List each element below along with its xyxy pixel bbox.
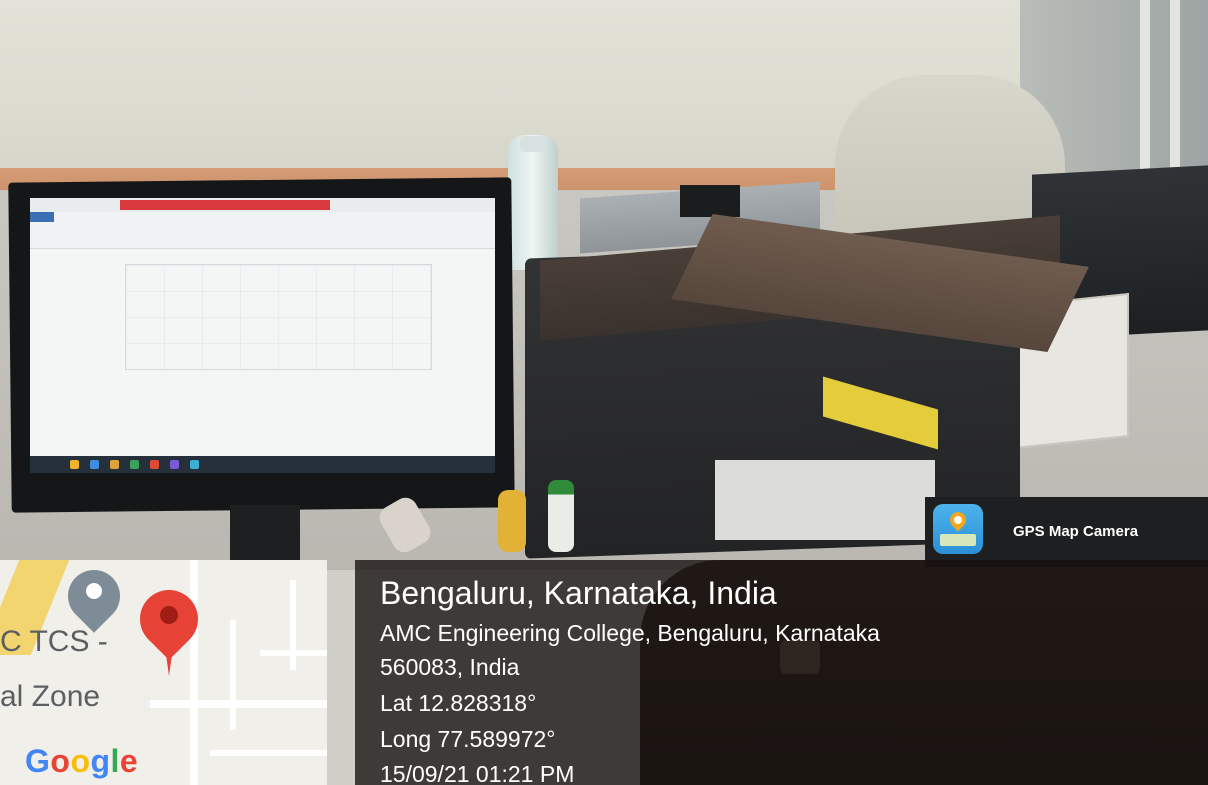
- taskbar-app-icon: [110, 460, 119, 469]
- google-logo-letter: o: [70, 743, 91, 779]
- google-logo: Google: [25, 743, 138, 780]
- taskbar-app-icon: [130, 460, 139, 469]
- map-road: [210, 750, 327, 756]
- grey-pin-dot: [86, 583, 102, 599]
- map-road: [150, 700, 327, 708]
- taskbar-app-icon: [90, 460, 99, 469]
- screen-taskbar: [30, 456, 495, 473]
- photo-stage: GPS Map Camera Bengaluru, Karnataka, Ind…: [0, 0, 1208, 785]
- latitude: Lat 12.828318°: [380, 690, 537, 716]
- google-logo-letter: g: [90, 743, 111, 779]
- glue-bottle: [498, 490, 526, 552]
- timestamp: 15/09/21 01:21 PM: [380, 761, 575, 785]
- small-device: [680, 185, 740, 217]
- screen-ribbon: [30, 212, 495, 249]
- badge-pin-dot: [954, 516, 962, 524]
- bottle-cap: [520, 136, 544, 152]
- water-bottle: [508, 135, 558, 270]
- google-logo-letter: G: [25, 743, 51, 779]
- screen-file-tab: [30, 212, 54, 222]
- printer-base: [715, 460, 935, 540]
- screen-table: [125, 264, 432, 370]
- taskbar-app-icon: [190, 460, 199, 469]
- location-title: Bengaluru, Karnataka, India: [380, 575, 777, 611]
- rack-bar: [1140, 0, 1150, 170]
- google-logo-letter: l: [110, 743, 120, 779]
- badge-map-strip: [940, 534, 976, 546]
- map-road: [290, 580, 296, 670]
- taskbar-app-icon: [70, 460, 79, 469]
- map-road: [190, 560, 198, 785]
- google-logo-letter: e: [119, 743, 139, 779]
- taskbar-app-icon: [170, 460, 179, 469]
- small-bottle: [548, 480, 574, 552]
- longitude: Long 77.589972°: [380, 726, 556, 752]
- map-road: [230, 620, 236, 730]
- rack-bar: [1170, 0, 1180, 170]
- address-line-2: 560083, India: [380, 654, 520, 680]
- screen-alert-bar: [120, 200, 330, 210]
- map-place-label: al Zone: [0, 680, 101, 713]
- taskbar-app-icon: [150, 460, 159, 469]
- address-line-1: AMC Engineering College, Bengaluru, Karn…: [380, 620, 880, 646]
- red-pin-dot: [160, 606, 178, 624]
- monitor-stand: [230, 505, 300, 565]
- monitor-screen: [30, 198, 495, 473]
- google-logo-letter: o: [50, 743, 71, 779]
- badge-app-name: GPS Map Camera: [1013, 523, 1139, 540]
